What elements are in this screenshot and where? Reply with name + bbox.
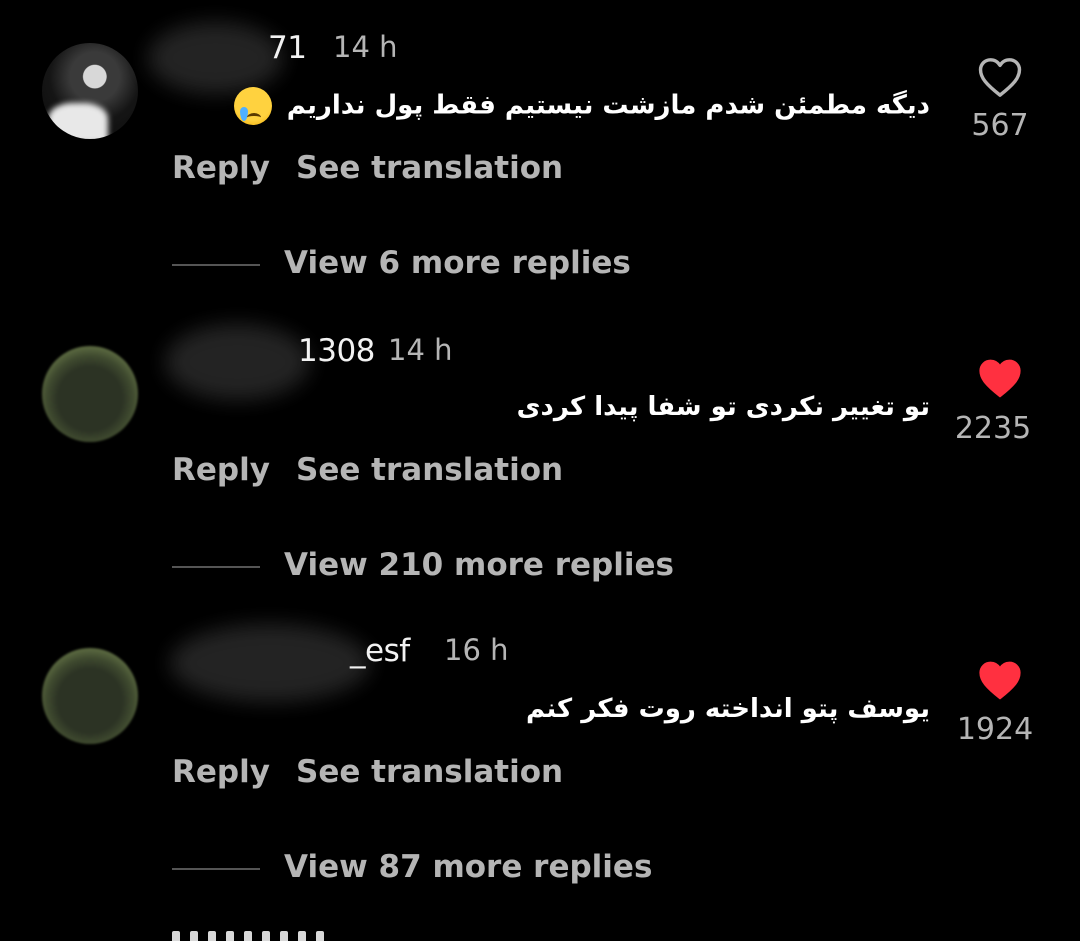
comment-text-body: یوسف پتو انداخته روت فکر کنم bbox=[526, 694, 930, 724]
comment-item: _esf 16 h یوسف پتو انداخته روت فکر کنم 1… bbox=[0, 604, 1080, 904]
avatar[interactable] bbox=[42, 648, 138, 744]
like-count: 1924 bbox=[956, 712, 1034, 747]
crying-face-emoji-icon bbox=[233, 87, 272, 125]
comment-username[interactable]: _esf bbox=[350, 633, 410, 669]
comment-text-body: تو تغییر نکردی تو شفا پیدا کردی bbox=[516, 392, 930, 422]
comment-text: تو تغییر نکردی تو شفا پیدا کردی bbox=[517, 392, 930, 422]
avatar[interactable] bbox=[42, 43, 138, 139]
reply-button[interactable]: Reply bbox=[172, 754, 270, 790]
like-count: 567 bbox=[971, 108, 1029, 143]
comment-username[interactable]: 1308 bbox=[298, 333, 375, 369]
reply-button[interactable]: Reply bbox=[172, 150, 270, 186]
next-comment-peek bbox=[172, 930, 362, 941]
comment-text: یوسف پتو انداخته روت فکر کنم bbox=[526, 694, 930, 724]
replies-divider bbox=[172, 566, 260, 568]
comment-item: 1308 14 h تو تغییر نکردی تو شفا پیدا کرد… bbox=[0, 302, 1080, 602]
replies-divider bbox=[172, 868, 260, 870]
comment-timestamp: 16 h bbox=[444, 633, 509, 667]
replies-divider bbox=[172, 264, 260, 266]
avatar[interactable] bbox=[42, 346, 138, 442]
username-redaction bbox=[170, 624, 370, 702]
see-translation-button[interactable]: See translation bbox=[296, 452, 563, 488]
comment-text: دیگه مطمئن شدم مازشت نیستیم فقط پول ندار… bbox=[233, 87, 930, 125]
comment-item: 71 14 h دیگه مطمئن شدم مازشت نیستیم فقط … bbox=[0, 0, 1080, 300]
view-more-replies-button[interactable]: View 210 more replies bbox=[284, 547, 674, 583]
view-more-replies-button[interactable]: View 6 more replies bbox=[284, 245, 631, 281]
comment-text-body: دیگه مطمئن شدم مازشت نیستیم فقط پول ندار… bbox=[286, 90, 930, 121]
reply-button[interactable]: Reply bbox=[172, 452, 270, 488]
comment-username[interactable]: 71 bbox=[268, 30, 307, 66]
like-count: 2235 bbox=[954, 411, 1032, 446]
view-more-replies-button[interactable]: View 87 more replies bbox=[284, 849, 652, 885]
see-translation-button[interactable]: See translation bbox=[296, 754, 563, 790]
comment-timestamp: 14 h bbox=[333, 30, 398, 64]
see-translation-button[interactable]: See translation bbox=[296, 150, 563, 186]
username-redaction bbox=[165, 324, 310, 400]
username-redaction bbox=[148, 22, 283, 94]
heart-filled-icon[interactable] bbox=[977, 357, 1023, 399]
heart-filled-icon[interactable] bbox=[977, 659, 1023, 701]
heart-outline-icon[interactable] bbox=[977, 56, 1023, 98]
comment-timestamp: 14 h bbox=[388, 333, 453, 367]
